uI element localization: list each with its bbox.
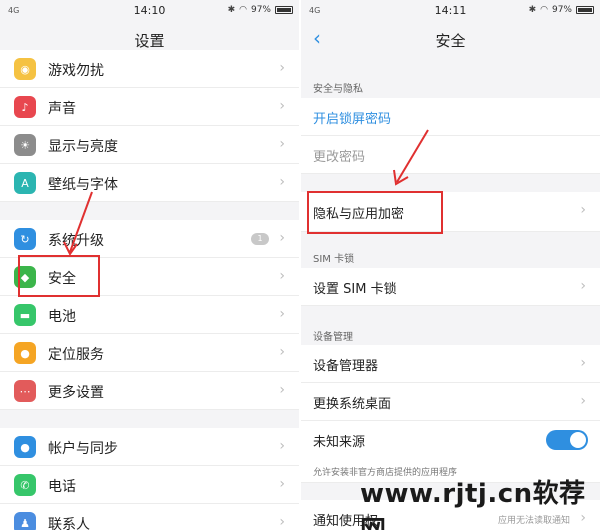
highlight-box-security (18, 255, 100, 297)
unknown-sources-label: 未知来源 (313, 435, 366, 450)
change-desktop-row[interactable]: 更换系统桌面 › (301, 383, 600, 421)
location-icon: ● (14, 342, 36, 364)
wifi-icon: ◠ (239, 5, 247, 15)
settings-item-label: 帐户与同步 (48, 441, 118, 457)
chevron-right-icon: › (279, 438, 285, 454)
chevron-right-icon: › (279, 98, 285, 114)
brightness-icon: ☀ (14, 134, 36, 156)
battery-icon (576, 6, 594, 14)
change-desktop-label: 更换系统桌面 (313, 397, 392, 412)
chevron-right-icon: › (580, 355, 586, 371)
update-count-badge: 1 (251, 233, 269, 245)
chevron-right-icon: › (279, 306, 285, 322)
status-bar: 4G 14:11 ✱ ◠ 97% (301, 0, 600, 22)
settings-item-label: 声音 (48, 101, 76, 117)
settings-item-7[interactable]: ● 定位服务 › (0, 334, 299, 372)
unknown-sources-toggle[interactable] (546, 430, 588, 450)
chevron-right-icon: › (279, 136, 285, 152)
watermark-text: www.rjtj.cn软荐网 (360, 479, 586, 530)
change-password-label: 更改密码 (313, 150, 366, 165)
settings-item-3[interactable]: A 壁纸与字体 › (0, 164, 299, 202)
chevron-right-icon: › (580, 278, 586, 294)
chevron-right-icon: › (279, 60, 285, 76)
chevron-right-icon: › (580, 393, 586, 409)
wifi-icon: ◠ (540, 5, 548, 15)
settings-item-8[interactable]: ⋯ 更多设置 › (0, 372, 299, 410)
contacts-icon: ♟ (14, 512, 36, 530)
sim-lock-row[interactable]: 设置 SIM 卡锁 › (301, 268, 600, 306)
settings-item-label: 更多设置 (48, 385, 104, 401)
settings-item-4[interactable]: ↻ 系统升级 1 › (0, 220, 299, 258)
settings-item-1[interactable]: ♪ 声音 › (0, 88, 299, 126)
settings-item-label: 系统升级 (48, 233, 104, 249)
settings-item-11[interactable]: ♟ 联系人 › (0, 504, 299, 530)
section-header-device: 设备管理 (313, 332, 353, 343)
battery-icon: ▬ (14, 304, 36, 326)
device-manager-label: 设备管理器 (313, 359, 379, 374)
sound-icon: ♪ (14, 96, 36, 118)
battery-percent: 97% (551, 5, 572, 15)
bluetooth-icon: ✱ (227, 5, 236, 15)
account-icon: ● (14, 436, 36, 458)
chevron-right-icon: › (279, 476, 285, 492)
battery-percent: 97% (250, 5, 271, 15)
device-manager-row[interactable]: 设备管理器 › (301, 345, 600, 383)
update-icon: ↻ (14, 228, 36, 250)
settings-item-label: 联系人 (48, 517, 90, 530)
game-icon: ◉ (14, 58, 36, 80)
sim-lock-label: 设置 SIM 卡锁 (313, 282, 397, 297)
bluetooth-icon: ✱ (528, 5, 537, 15)
chevron-right-icon: › (279, 382, 285, 398)
chevron-right-icon: › (279, 174, 285, 190)
lock-password-row[interactable]: 开启锁屏密码 (301, 98, 600, 136)
status-bar: 4G 14:10 ✱ ◠ 97% (0, 0, 299, 22)
settings-item-label: 显示与亮度 (48, 139, 118, 155)
settings-item-9[interactable]: ● 帐户与同步 › (0, 428, 299, 466)
settings-item-10[interactable]: ✆ 电话 › (0, 466, 299, 504)
font-icon: A (14, 172, 36, 194)
settings-item-label: 定位服务 (48, 347, 104, 363)
section-header-privacy: 安全与隐私 (313, 84, 363, 95)
more-icon: ⋯ (14, 380, 36, 402)
settings-item-6[interactable]: ▬ 电池 › (0, 296, 299, 334)
phone-icon: ✆ (14, 474, 36, 496)
chevron-right-icon: › (279, 230, 285, 246)
page-title: 设置 (134, 32, 165, 50)
settings-item-0[interactable]: ◉ 游戏勿扰 › (0, 50, 299, 88)
highlight-box-privacy (307, 191, 443, 234)
settings-item-label: 壁纸与字体 (48, 177, 118, 193)
chevron-right-icon: › (279, 344, 285, 360)
page-title: 安全 (435, 32, 466, 50)
settings-item-label: 电池 (48, 309, 76, 325)
settings-item-label: 电话 (48, 479, 76, 495)
chevron-right-icon: › (580, 202, 586, 218)
section-header-sim: SIM 卡锁 (313, 254, 355, 265)
lock-password-label: 开启锁屏密码 (313, 112, 392, 127)
settings-item-2[interactable]: ☀ 显示与亮度 › (0, 126, 299, 164)
chevron-right-icon: › (279, 514, 285, 530)
battery-icon (275, 6, 293, 14)
chevron-right-icon: › (279, 268, 285, 284)
settings-item-label: 游戏勿扰 (48, 63, 104, 79)
title-bar: ‹ 安全 (301, 22, 600, 56)
security-screen: 4G 14:11 ✱ ◠ 97% ‹ 安全 安全与隐私 开启锁屏密码 更改密码 … (301, 0, 600, 530)
change-password-row: 更改密码 (301, 136, 600, 174)
